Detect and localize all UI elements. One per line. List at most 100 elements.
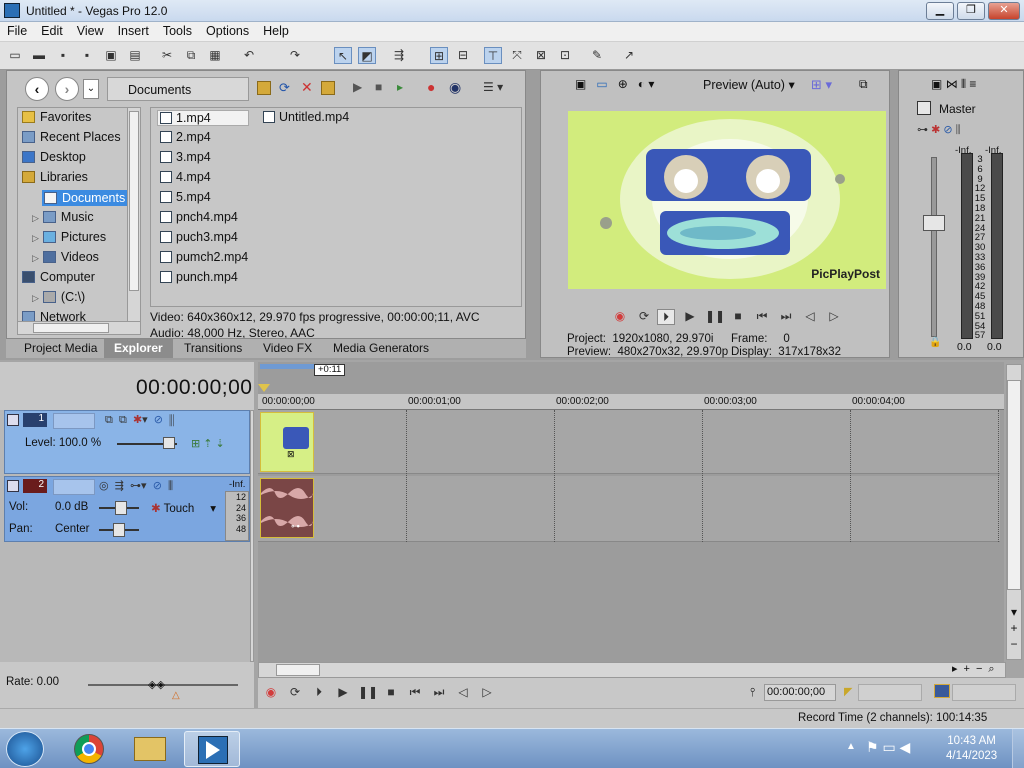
clip-fx-icon[interactable]: ⊠	[287, 449, 295, 460]
stop-icon[interactable]: ■	[729, 309, 747, 325]
file-item[interactable]: 4.mp4	[160, 170, 211, 184]
maximize-button[interactable]: ❐	[957, 2, 985, 20]
expand-arrow-icon[interactable]: ▷	[32, 293, 39, 303]
master-fader-knob[interactable]	[923, 215, 945, 231]
timeline-zoom-controls[interactable]: ▸+−⌕	[948, 662, 1022, 678]
menu-help[interactable]: Help	[256, 22, 296, 38]
tab-explorer[interactable]: Explorer	[104, 339, 173, 358]
tree-item-pictures[interactable]: ▷ Pictures	[32, 230, 106, 244]
next-frame-icon[interactable]: ▷	[478, 685, 496, 701]
audio-track-icons[interactable]: ◎ ⇶ ⊶▾ ⊘ ⫼	[99, 479, 173, 493]
expand-arrow-icon[interactable]: ▷	[32, 253, 39, 263]
web-icon[interactable]: ◉	[449, 79, 461, 96]
selection-length-field[interactable]	[952, 684, 1016, 701]
file-item[interactable]: puch3.mp4	[160, 230, 238, 244]
address-bar[interactable]: Documents	[107, 77, 249, 101]
selection-start-field[interactable]	[858, 684, 922, 701]
timeline-horizontal-scrollbar[interactable]	[258, 662, 1006, 678]
minimize-button[interactable]: ▁	[926, 2, 954, 20]
pan-slider-knob[interactable]	[113, 523, 125, 537]
track-minimize-icon[interactable]	[7, 414, 19, 426]
tree-item-videos[interactable]: ▷ Videos	[32, 250, 99, 264]
redo-icon[interactable]: ↷	[286, 47, 304, 64]
save-as-icon[interactable]: ▪	[78, 47, 96, 64]
tab-video-fx[interactable]: Video FX	[263, 341, 312, 355]
favorites-icon[interactable]	[321, 81, 335, 95]
tree-item-computer[interactable]: Computer	[22, 270, 95, 284]
menu-file[interactable]: File	[0, 22, 34, 38]
video-track-header[interactable]: 1 ⧉ ⧉ ✱▾ ⊘ ⫼ Level: 100.0 % ⊞ ⇡ ⇣	[4, 410, 250, 474]
copy-icon[interactable]: ⧉	[182, 47, 200, 64]
pause-icon[interactable]: ❚❚	[705, 309, 725, 325]
loop-icon[interactable]: ⟳	[286, 685, 304, 701]
lock-envelopes-icon[interactable]: ⊞	[430, 47, 448, 64]
go-to-start-icon[interactable]: ⏮	[753, 309, 771, 325]
cut-icon[interactable]: ✂	[158, 47, 176, 64]
stop-preview-icon[interactable]: ■	[375, 80, 382, 94]
clip-fx-icon[interactable]: ⊶	[291, 521, 300, 532]
file-item[interactable]: pnch4.mp4	[160, 210, 238, 224]
timeline-vscroll-thumb[interactable]	[1007, 380, 1021, 590]
tree-item-c-drive[interactable]: ▷ (C:\)	[32, 290, 85, 304]
composite-icons[interactable]: ⊞ ⇡ ⇣	[191, 437, 225, 450]
expand-arrow-icon[interactable]: ▷	[32, 233, 39, 243]
views-icon[interactable]: ☰ ▾	[483, 80, 503, 94]
loop-icon[interactable]: ⟳	[635, 309, 653, 325]
properties-icon[interactable]: ▤	[126, 47, 144, 64]
level-slider-knob[interactable]	[163, 437, 175, 449]
marker-icon[interactable]: ⊠	[532, 47, 550, 64]
tree-item-recent-places[interactable]: Recent Places	[22, 130, 121, 144]
split-screen-icon[interactable]: ⊕	[618, 77, 628, 91]
menu-tools[interactable]: Tools	[156, 22, 199, 38]
snapping-icon[interactable]: ⊤	[484, 47, 502, 64]
rate-slider-knob[interactable]: ◈◈	[148, 678, 165, 691]
tab-transitions[interactable]: Transitions	[184, 341, 242, 355]
taskbar-vegas[interactable]	[184, 731, 240, 767]
timeline-hscroll-thumb[interactable]	[276, 664, 320, 676]
file-item[interactable]: pumch2.mp4	[160, 250, 248, 264]
back-button[interactable]: ‹	[25, 77, 49, 101]
get-media-icon[interactable]: ●	[427, 79, 435, 95]
prev-frame-icon[interactable]: ◁	[454, 685, 472, 701]
fader-lock-icon[interactable]: 🔒	[929, 337, 941, 348]
track-name-field[interactable]	[53, 413, 95, 429]
show-hidden-icons[interactable]: ▲	[846, 741, 856, 752]
play-preview-icon[interactable]: ▶	[353, 80, 362, 94]
track-name-field[interactable]	[53, 479, 95, 495]
record-icon[interactable]: ◉	[611, 309, 629, 325]
overlays-icon[interactable]: ⊞ ▾	[811, 77, 832, 93]
tree-item-documents[interactable]: Documents	[42, 190, 130, 206]
external-monitor-icon[interactable]: ▭	[596, 77, 607, 91]
paste-icon[interactable]: ▦	[206, 47, 224, 64]
track-motion-icon[interactable]: ⧉ ⧉ ✱▾ ⊘ ⫼	[105, 413, 174, 427]
history-dropdown[interactable]: ⌄	[83, 79, 99, 99]
video-lane[interactable]: ⊠	[258, 410, 1000, 474]
automation-mode[interactable]: ✱ Touch ▾	[151, 501, 216, 515]
auto-ripple-icon[interactable]: ⇶	[390, 47, 408, 64]
open-folder-icon[interactable]: ▬	[30, 47, 48, 64]
menu-insert[interactable]: Insert	[111, 22, 156, 38]
mixer-fx-icons[interactable]: ⊶ ✱ ⊘ ⫼	[917, 123, 961, 137]
save-icon[interactable]: ▪	[54, 47, 72, 64]
menu-view[interactable]: View	[70, 22, 111, 38]
play-icon[interactable]: ▶	[681, 309, 699, 325]
next-frame-icon[interactable]: ▷	[825, 309, 843, 325]
tree-item-desktop[interactable]: Desktop	[22, 150, 86, 164]
track-minimize-icon[interactable]	[7, 480, 19, 492]
fx-icon[interactable]: ◐	[638, 77, 645, 91]
file-item-selected[interactable]: 1.mp4	[157, 110, 249, 126]
file-item[interactable]: 5.mp4	[160, 190, 211, 204]
tree-item-favorites[interactable]: Favorites	[22, 110, 91, 124]
audio-lane[interactable]: ⊶	[258, 476, 1000, 542]
region-icon[interactable]: ⊡	[556, 47, 574, 64]
undo-icon[interactable]: ↶	[240, 47, 258, 64]
menu-options[interactable]: Options	[199, 22, 256, 38]
tree-item-libraries[interactable]: Libraries	[22, 170, 88, 184]
envelope-tool-icon[interactable]: ◩	[358, 47, 376, 64]
go-to-end-icon[interactable]: ⏭	[430, 685, 448, 701]
eraser-icon[interactable]: ✎	[588, 47, 606, 64]
audio-clip[interactable]: ⊶	[260, 478, 314, 538]
delete-icon[interactable]: ✕	[301, 79, 313, 96]
loop-region-bar[interactable]	[260, 364, 314, 369]
close-button[interactable]: ✕	[988, 2, 1020, 20]
